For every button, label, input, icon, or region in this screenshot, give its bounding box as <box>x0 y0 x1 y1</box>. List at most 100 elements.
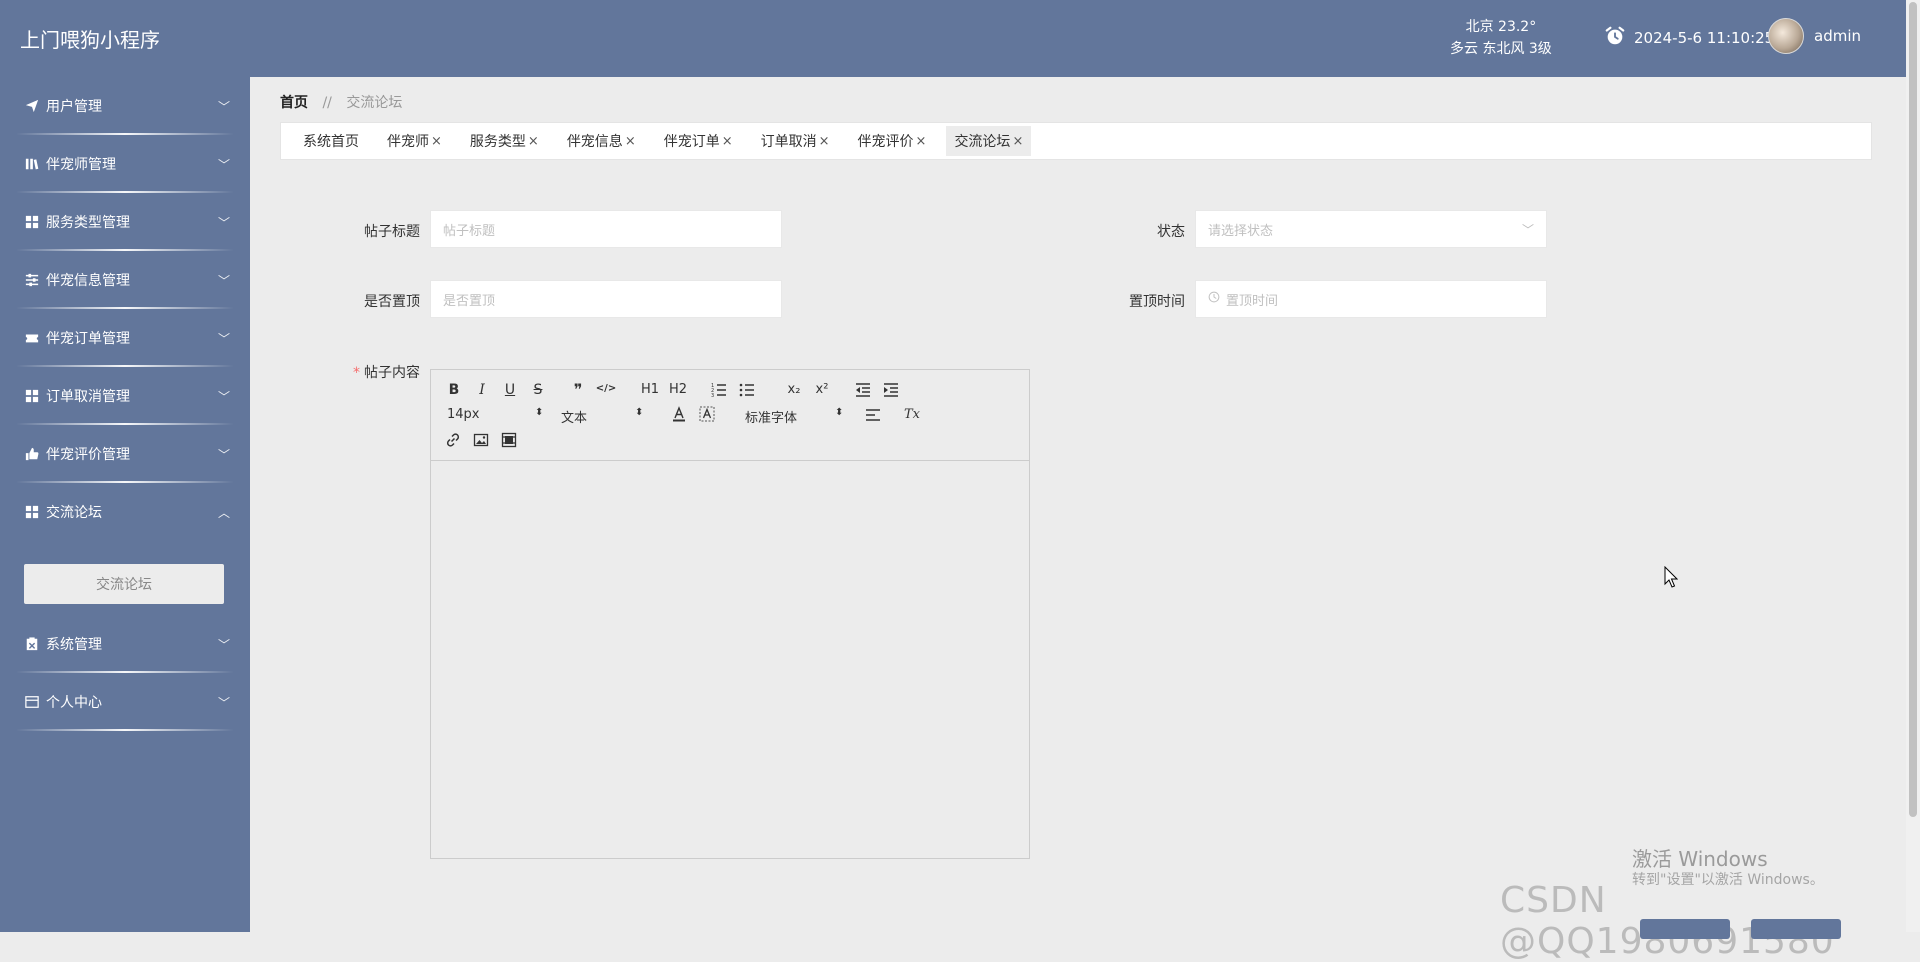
sidebar-subitem-forum[interactable]: 交流论坛 <box>24 564 224 604</box>
breadcrumb-separator: // <box>322 95 332 111</box>
superscript-button[interactable]: x² <box>811 382 833 397</box>
tab-pet-order[interactable]: 伴宠订单 × <box>656 126 741 156</box>
tab-label: 服务类型 <box>469 134 526 150</box>
sidebar-item-system-management[interactable]: 系统管理 ﹀ <box>0 615 250 673</box>
outdent-icon[interactable] <box>855 382 871 402</box>
clock: 2024-5-6 11:10:25 <box>1604 25 1774 51</box>
avatar[interactable] <box>1768 18 1804 54</box>
bullet-list-icon[interactable] <box>739 382 755 402</box>
bold-button[interactable]: B <box>443 382 465 398</box>
tab-forum[interactable]: 交流论坛 × <box>946 126 1032 156</box>
status-select[interactable]: 请选择状态 ﹀ <box>1195 210 1547 248</box>
underline-button[interactable]: U <box>499 382 521 398</box>
user-menu[interactable]: admin <box>1768 18 1861 54</box>
background-color-icon[interactable] <box>699 406 715 426</box>
paper-plane-icon <box>24 98 40 114</box>
sidebar-item-pet-info-management[interactable]: 伴宠信息管理 ﹀ <box>0 251 250 309</box>
breadcrumb-current: 交流论坛 <box>346 95 403 111</box>
ordered-list-icon[interactable]: 123 <box>711 382 727 402</box>
sidebar-item-label: 伴宠信息管理 <box>46 273 130 289</box>
font-size-value: 14px <box>447 407 480 422</box>
sidebar-item-pet-review-management[interactable]: 伴宠评价管理 ﹀ <box>0 425 250 483</box>
close-icon[interactable]: × <box>431 134 442 149</box>
post-title-placeholder: 帖子标题 <box>443 223 496 239</box>
page-scrollbar[interactable] <box>1906 0 1920 932</box>
close-icon[interactable]: × <box>528 134 539 149</box>
font-family-select[interactable]: 标准字体 ⬍ <box>745 407 843 426</box>
sidebar-item-label: 系统管理 <box>46 637 102 653</box>
sidebar-item-label: 伴宠师管理 <box>46 157 116 173</box>
h2-button[interactable]: H2 <box>667 382 689 397</box>
top-header: 上门喂狗小程序 北京 23.2° 多云 东北风 3级 2024-5-6 11:1… <box>0 0 1920 77</box>
tab-sitter[interactable]: 伴宠师 × <box>379 126 450 156</box>
tab-label: 订单取消 <box>760 134 817 150</box>
tab-system-home[interactable]: 系统首页 <box>295 126 367 156</box>
close-icon[interactable]: × <box>819 134 830 149</box>
user-name[interactable]: admin <box>1814 27 1861 45</box>
tab-label: 伴宠师 <box>387 134 429 150</box>
tab-label: 系统首页 <box>303 134 359 150</box>
sliders-icon <box>24 272 40 288</box>
sidebar-item-pet-order-management[interactable]: 伴宠订单管理 ﹀ <box>0 309 250 367</box>
italic-button[interactable]: I <box>471 382 493 398</box>
thumbs-up-icon <box>24 446 40 462</box>
chevron-down-icon: ﹀ <box>1521 222 1534 237</box>
chevron-down-icon: ﹀ <box>217 273 230 288</box>
indent-icon[interactable] <box>883 382 899 402</box>
is-top-input[interactable]: 是否置顶 <box>430 280 782 318</box>
sidebar-item-order-cancel-management[interactable]: 订单取消管理 ﹀ <box>0 367 250 425</box>
blockquote-button[interactable]: ❞ <box>567 380 589 399</box>
tab-pet-review[interactable]: 伴宠评价 × <box>850 126 935 156</box>
grid-icon <box>24 504 40 520</box>
sidebar-item-user-management[interactable]: 用户管理 ﹀ <box>0 77 250 135</box>
app-title: 上门喂狗小程序 <box>20 28 160 52</box>
top-time-placeholder: 置顶时间 <box>1226 293 1279 309</box>
font-size-select[interactable]: 14px ⬍ <box>447 407 543 422</box>
post-content-label-text: 帖子内容 <box>364 365 420 381</box>
tab-service-type[interactable]: 服务类型 × <box>462 126 547 156</box>
close-icon[interactable]: × <box>1012 134 1023 149</box>
image-icon[interactable] <box>473 432 489 452</box>
post-title-input[interactable]: 帖子标题 <box>430 210 782 248</box>
close-icon[interactable]: × <box>625 134 636 149</box>
rich-text-editor: B I U S ❞ </> H1 H2 123 x₂ x² 14px ⬍ 文本 ⬍ … <box>430 369 1030 859</box>
windows-activate-watermark: 激活 Windows <box>1632 847 1768 871</box>
chevron-down-icon: ﹀ <box>217 447 230 462</box>
post-content-label: * 帖子内容 <box>300 362 420 382</box>
cancel-button[interactable] <box>1751 919 1841 939</box>
sidebar-item-label: 订单取消管理 <box>46 389 130 405</box>
grid-icon <box>24 214 40 230</box>
chevron-up-icon: ︿ <box>217 505 230 520</box>
close-icon[interactable]: × <box>722 134 733 149</box>
post-title-label: 帖子标题 <box>364 224 420 240</box>
sidebar-item-personal-center[interactable]: 个人中心 ﹀ <box>0 673 250 731</box>
submit-button[interactable] <box>1640 919 1730 939</box>
scrollbar-thumb[interactable] <box>1909 2 1917 817</box>
clock-icon <box>1208 291 1220 307</box>
align-left-icon[interactable] <box>865 407 881 427</box>
breadcrumb-home[interactable]: 首页 <box>280 95 308 111</box>
clear-format-button[interactable]: Tx <box>901 407 923 422</box>
sidebar: 用户管理 ﹀ 伴宠师管理 ﹀ 服务类型管理 ﹀ 伴宠信息管理 ﹀ 伴宠订单管理 … <box>0 77 250 932</box>
text-color-icon[interactable] <box>671 406 687 426</box>
header-select[interactable]: 文本 ⬍ <box>561 407 643 426</box>
video-icon[interactable] <box>501 432 517 452</box>
subscript-button[interactable]: x₂ <box>783 382 805 397</box>
chevron-down-icon: ﹀ <box>217 695 230 710</box>
tab-order-cancel[interactable]: 订单取消 × <box>753 126 838 156</box>
strike-button[interactable]: S <box>527 382 549 398</box>
tab-pet-info[interactable]: 伴宠信息 × <box>559 126 644 156</box>
clock-datetime: 2024-5-6 11:10:25 <box>1634 29 1775 47</box>
chevron-down-icon: ﹀ <box>217 637 230 652</box>
close-icon[interactable]: × <box>916 134 927 149</box>
link-icon[interactable] <box>445 432 461 452</box>
h1-button[interactable]: H1 <box>639 382 661 397</box>
sidebar-item-service-type-management[interactable]: 服务类型管理 ﹀ <box>0 193 250 251</box>
top-time-picker[interactable]: 置顶时间 <box>1195 280 1547 318</box>
editor-content-area[interactable] <box>431 461 1029 858</box>
sidebar-item-forum[interactable]: 交流论坛 ︿ <box>0 483 250 541</box>
sidebar-item-sitter-management[interactable]: 伴宠师管理 ﹀ <box>0 135 250 193</box>
chevron-down-icon: ﹀ <box>217 331 230 346</box>
code-button[interactable]: </> <box>595 383 617 394</box>
tab-label: 伴宠信息 <box>566 134 623 150</box>
